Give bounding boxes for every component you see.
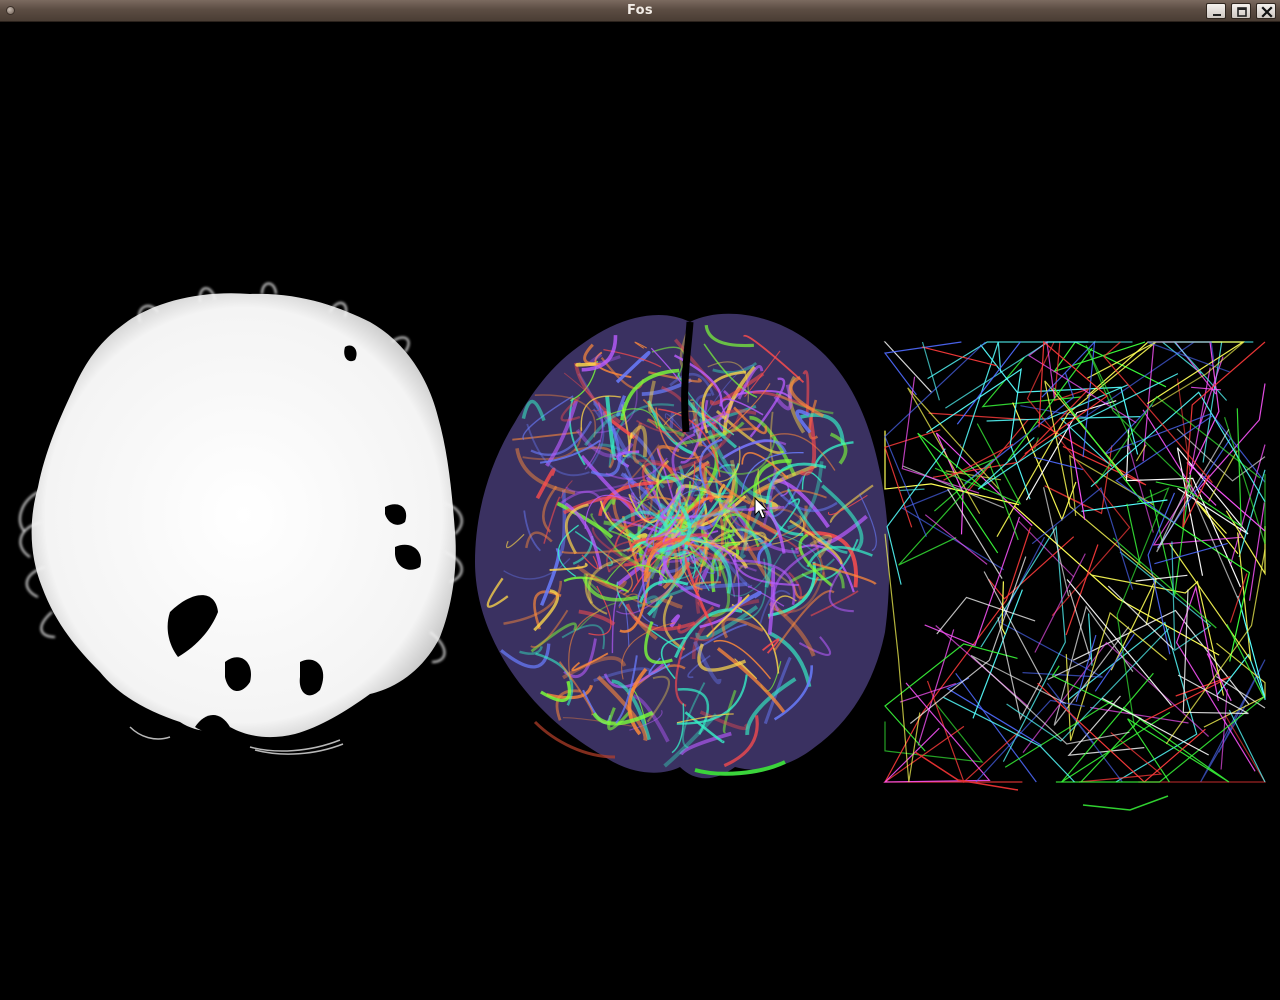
streamline (977, 373, 1179, 490)
streamline (1053, 387, 1251, 662)
streamline (1004, 700, 1114, 768)
streamline (1215, 675, 1266, 709)
close-icon (1261, 6, 1273, 18)
maximize-button[interactable] (1231, 3, 1251, 19)
streamline (909, 556, 1027, 724)
streamline (884, 533, 921, 783)
fiber-bundle (669, 412, 675, 429)
streamline (1047, 589, 1092, 680)
streamline (917, 629, 955, 746)
streamline (1135, 444, 1147, 462)
streamline (1104, 403, 1266, 483)
close-button[interactable] (1256, 3, 1276, 19)
streamline (1156, 428, 1240, 601)
render-viewport[interactable] (0, 22, 1280, 1000)
streamline (1061, 672, 1171, 783)
streamline (914, 751, 1019, 791)
streamline (1018, 520, 1075, 578)
streamline (1238, 469, 1266, 558)
app-window: Fos (0, 0, 1280, 1000)
sparse-streamlines (883, 340, 1267, 811)
streamline (901, 487, 1005, 571)
window-title: Fos (627, 3, 653, 18)
title-bar[interactable]: Fos (0, 0, 1280, 22)
streamline (934, 423, 1022, 505)
white-tractography (18, 282, 463, 755)
streamline (1151, 341, 1245, 408)
streamline (884, 341, 986, 537)
scene-canvas (18, 282, 1267, 811)
streamline (1138, 714, 1267, 783)
streamline (1026, 341, 1131, 617)
streamline (921, 346, 997, 367)
streamline (1147, 492, 1176, 655)
streamline (964, 372, 1075, 484)
streamline (972, 589, 1023, 719)
streamline (883, 341, 962, 396)
minimize-icon (1213, 14, 1221, 16)
streamline (1126, 503, 1141, 564)
maximize-icon (1237, 7, 1247, 17)
streamline (899, 488, 925, 492)
streamline (1037, 682, 1206, 783)
streamline (917, 432, 999, 554)
streamline (924, 516, 1021, 647)
minimize-button[interactable] (1206, 3, 1226, 19)
fiber-bundle (575, 362, 596, 367)
streamline (1082, 795, 1169, 811)
streamline (1065, 611, 1167, 741)
streamline (884, 701, 984, 763)
streamline (1194, 499, 1239, 555)
streamline (955, 672, 1037, 783)
colored-tractography (475, 313, 890, 779)
